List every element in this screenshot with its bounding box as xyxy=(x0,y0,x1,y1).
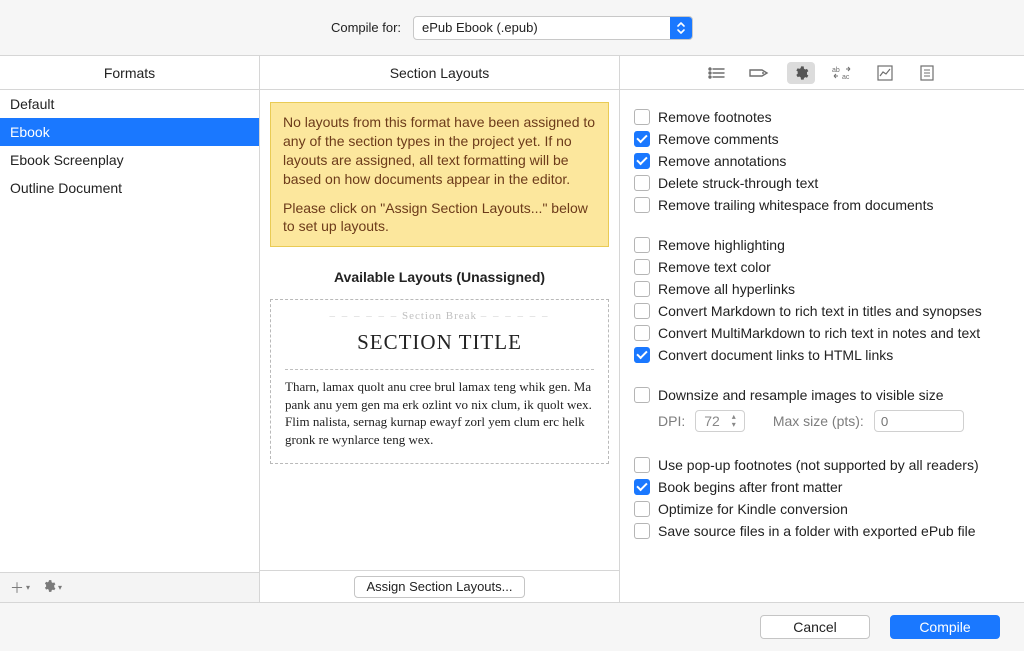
format-item-ebook-screenplay[interactable]: Ebook Screenplay xyxy=(0,146,259,174)
label-optimize-kindle: Optimize for Kindle conversion xyxy=(658,501,848,517)
checkbox-optimize-kindle[interactable] xyxy=(634,501,650,517)
gear-icon[interactable] xyxy=(787,62,815,84)
layout-preview[interactable]: – – – – – – Section Break – – – – – – SE… xyxy=(270,299,609,463)
checkbox-save-source-files[interactable] xyxy=(634,523,650,539)
checkbox-remove-hyperlinks[interactable] xyxy=(634,281,650,297)
svg-text:ab: ab xyxy=(832,67,840,74)
label-convert-doc-links: Convert document links to HTML links xyxy=(658,347,893,363)
formats-header: Formats xyxy=(0,56,259,90)
label-remove-trailing-whitespace: Remove trailing whitespace from document… xyxy=(658,197,933,213)
options-group-1: Remove footnotes Remove comments Remove … xyxy=(634,106,1010,216)
options-toolbar: abac xyxy=(620,56,1024,90)
format-options-button[interactable]: ▾ xyxy=(42,579,62,596)
formats-panel: Formats Default Ebook Ebook Screenplay O… xyxy=(0,56,260,602)
section-layouts-panel: Section Layouts No layouts from this for… xyxy=(260,56,620,602)
chevron-down-icon: ▾ xyxy=(26,583,30,592)
compile-for-value: ePub Ebook (.epub) xyxy=(414,20,670,35)
cancel-button[interactable]: Cancel xyxy=(760,615,870,639)
format-item-ebook[interactable]: Ebook xyxy=(0,118,259,146)
dpi-stepper[interactable]: 72 ▴▾ xyxy=(695,410,745,432)
list-icon[interactable] xyxy=(703,62,731,84)
stats-icon[interactable] xyxy=(871,62,899,84)
label-remove-comments: Remove comments xyxy=(658,131,779,147)
page-icon[interactable] xyxy=(913,62,941,84)
plus-icon: ＋ xyxy=(10,578,24,598)
layouts-warning: No layouts from this format have been as… xyxy=(270,102,609,247)
label-save-source-files: Save source files in a folder with expor… xyxy=(658,523,976,539)
label-remove-annotations: Remove annotations xyxy=(658,153,786,169)
label-remove-text-color: Remove text color xyxy=(658,259,771,275)
checkbox-downsize-images[interactable] xyxy=(634,387,650,403)
label-book-begins-after-front-matter: Book begins after front matter xyxy=(658,479,842,495)
label-delete-struckthrough: Delete struck-through text xyxy=(658,175,818,191)
compile-for-label: Compile for: xyxy=(331,20,401,35)
label-remove-hyperlinks: Remove all hyperlinks xyxy=(658,281,795,297)
assign-section-layouts-button[interactable]: Assign Section Layouts... xyxy=(354,576,526,598)
options-group-3: Downsize and resample images to visible … xyxy=(634,384,1010,436)
checkbox-remove-trailing-whitespace[interactable] xyxy=(634,197,650,213)
label-remove-footnotes: Remove footnotes xyxy=(658,109,772,125)
checkbox-convert-markdown[interactable] xyxy=(634,303,650,319)
checkbox-delete-struckthrough[interactable] xyxy=(634,175,650,191)
label-popup-footnotes: Use pop-up footnotes (not supported by a… xyxy=(658,457,979,473)
checkbox-remove-annotations[interactable] xyxy=(634,153,650,169)
section-title-preview: SECTION TITLE xyxy=(285,328,594,363)
checkbox-remove-comments[interactable] xyxy=(634,131,650,147)
label-convert-multimarkdown: Convert MultiMarkdown to rich text in no… xyxy=(658,325,980,341)
format-item-outline-document[interactable]: Outline Document xyxy=(0,174,259,202)
checkbox-book-begins-after-front-matter[interactable] xyxy=(634,479,650,495)
checkbox-remove-highlighting[interactable] xyxy=(634,237,650,253)
chevron-updown-icon xyxy=(670,17,692,39)
compile-button[interactable]: Compile xyxy=(890,615,1000,639)
section-layouts-header: Section Layouts xyxy=(260,56,619,90)
maxsize-field[interactable] xyxy=(874,410,964,432)
checkbox-popup-footnotes[interactable] xyxy=(634,457,650,473)
checkbox-convert-multimarkdown[interactable] xyxy=(634,325,650,341)
options-group-4: Use pop-up footnotes (not supported by a… xyxy=(634,454,1010,542)
options-group-2: Remove highlighting Remove text color Re… xyxy=(634,234,1010,366)
checkbox-remove-footnotes[interactable] xyxy=(634,109,650,125)
formats-list: Default Ebook Ebook Screenplay Outline D… xyxy=(0,90,259,572)
warning-text-1: No layouts from this format have been as… xyxy=(283,113,596,189)
compile-for-select[interactable]: ePub Ebook (.epub) xyxy=(413,16,693,40)
stepper-arrows-icon: ▴▾ xyxy=(728,413,744,429)
add-format-button[interactable]: ＋▾ xyxy=(10,578,30,598)
label-convert-markdown: Convert Markdown to rich text in titles … xyxy=(658,303,982,319)
formats-footer: ＋▾ ▾ xyxy=(0,572,259,602)
lorem-preview: Tharn, lamax quolt anu cree brul lamax t… xyxy=(285,378,594,448)
svg-text:ac: ac xyxy=(842,74,850,80)
replace-icon[interactable]: abac xyxy=(829,62,857,84)
available-layouts-heading: Available Layouts (Unassigned) xyxy=(270,269,609,285)
section-break-label: – – – – – – Section Break – – – – – – xyxy=(285,304,594,328)
options-panel: abac Remove footnotes Remove comments Re… xyxy=(620,56,1024,602)
warning-text-2: Please click on "Assign Section Layouts.… xyxy=(283,199,596,237)
dpi-label: DPI: xyxy=(658,413,685,429)
label-remove-highlighting: Remove highlighting xyxy=(658,237,785,253)
dpi-value: 72 xyxy=(696,413,728,429)
maxsize-label: Max size (pts): xyxy=(773,413,864,429)
gear-icon xyxy=(42,579,56,596)
label-downsize-images: Downsize and resample images to visible … xyxy=(658,387,944,403)
chevron-down-icon: ▾ xyxy=(58,583,62,592)
format-item-default[interactable]: Default xyxy=(0,90,259,118)
checkbox-remove-text-color[interactable] xyxy=(634,259,650,275)
tag-icon[interactable] xyxy=(745,62,773,84)
checkbox-convert-doc-links[interactable] xyxy=(634,347,650,363)
